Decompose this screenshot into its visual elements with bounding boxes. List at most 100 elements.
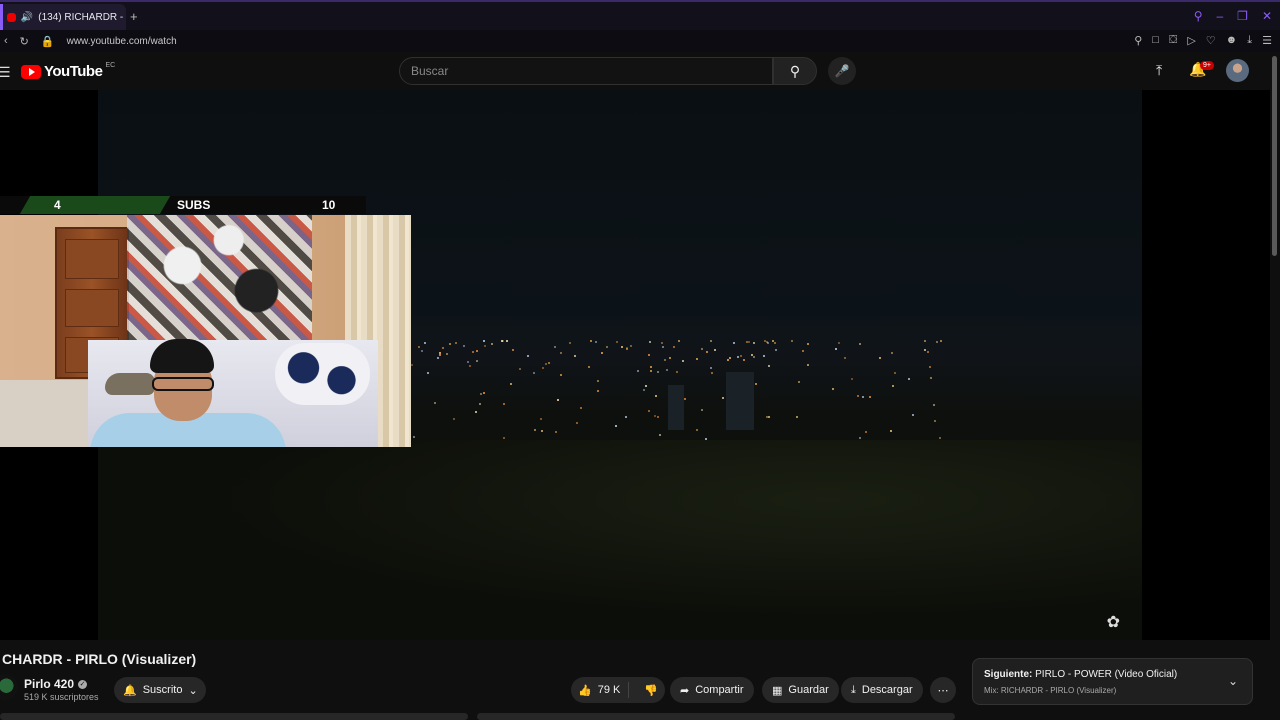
city-light — [858, 436, 861, 439]
lock-icon[interactable]: 🔒 — [41, 35, 55, 48]
url-field[interactable]: www.youtube.com/watch — [67, 36, 177, 47]
subs-progress-fill — [19, 196, 171, 214]
up-next-title: PIRLO - POWER (Video Oficial) — [1035, 669, 1178, 680]
youtube-logo[interactable]: YouTube EC — [21, 62, 115, 80]
chevron-down-icon[interactable]: ⌄ — [1228, 674, 1238, 688]
chip[interactable] — [477, 713, 955, 720]
upload-icon[interactable]: ⤒ — [1156, 62, 1162, 79]
search-box — [399, 57, 773, 85]
city-light — [644, 384, 647, 387]
city-light — [696, 428, 699, 431]
channel-name-row[interactable]: Pirlo 420 ✓ — [24, 677, 88, 691]
video-title: CHARDR - PIRLO (Visualizer) — [2, 651, 197, 667]
city-light — [424, 342, 427, 345]
reload-icon[interactable]: ↻ — [20, 35, 29, 48]
city-light — [657, 370, 660, 373]
city-light — [766, 416, 769, 419]
screenshot-icon[interactable]: □ — [1152, 34, 1159, 47]
city-light — [844, 356, 847, 359]
city-light — [527, 355, 530, 358]
city-light — [743, 358, 746, 361]
city-light — [938, 436, 941, 439]
like-button[interactable]: 👍 79 K — [571, 682, 629, 698]
download-button[interactable]: ⤓ Descargar — [841, 677, 923, 703]
new-tab-icon[interactable]: + — [130, 9, 138, 24]
voice-search-button[interactable]: 🎤 — [828, 57, 856, 85]
city-light — [859, 343, 862, 346]
download-manager-icon[interactable]: ⤓ — [1247, 34, 1252, 47]
city-light — [732, 342, 735, 345]
dislike-button[interactable]: 👎 — [635, 684, 658, 697]
streamer — [88, 337, 288, 447]
city-light — [560, 374, 563, 377]
city-light — [615, 425, 617, 428]
channel-name[interactable]: Pirlo 420 — [24, 677, 74, 691]
city-light — [660, 342, 663, 345]
city-light — [832, 388, 835, 391]
city-light — [675, 371, 678, 374]
shield-icon[interactable]: ⛋ — [1169, 34, 1177, 47]
chip[interactable] — [0, 713, 468, 720]
player-icon[interactable]: ▷ — [1187, 34, 1195, 47]
city-light — [796, 416, 799, 419]
speaker-icon[interactable]: 🔊 — [21, 12, 33, 23]
menu-icon[interactable]: ☰ — [1262, 34, 1272, 47]
subs-label: SUBS — [177, 198, 211, 212]
share-label: Compartir — [695, 684, 744, 696]
city-light — [426, 371, 429, 374]
subscribed-button[interactable]: 🔔 Suscrito ⌄ — [114, 677, 206, 703]
city-light — [466, 360, 469, 363]
city-light — [664, 359, 667, 362]
city-light — [835, 347, 838, 350]
city-light — [503, 437, 505, 440]
city-light — [597, 379, 600, 382]
up-next-playlist: Mix: RICHARDR - PIRLO (Visualizer) — [984, 686, 1117, 695]
subscribed-label: Suscrito — [142, 684, 183, 696]
close-icon[interactable]: ✕ — [1262, 9, 1272, 23]
bell-icon: 🔔 — [123, 684, 137, 697]
back-icon[interactable]: ‹ — [4, 35, 8, 48]
city-light — [923, 340, 926, 342]
city-light — [890, 351, 893, 354]
city-light — [510, 383, 513, 386]
webcam-overlay — [0, 215, 411, 447]
user-avatar[interactable] — [1226, 59, 1249, 82]
more-actions-button[interactable]: ⋯ — [930, 677, 956, 703]
search-input[interactable] — [400, 58, 772, 84]
city-light — [544, 363, 547, 366]
city-light — [476, 359, 479, 362]
search-tabs-icon[interactable]: ⚲ — [1194, 9, 1203, 23]
city-light — [911, 414, 914, 417]
city-light — [766, 342, 769, 345]
city-light — [736, 356, 739, 359]
city-light — [418, 346, 421, 349]
city-light — [837, 341, 840, 344]
city-light — [774, 348, 777, 351]
page-scrollbar[interactable] — [1272, 56, 1277, 256]
pin-icon[interactable]: ⚲ — [1134, 34, 1142, 47]
city-light — [533, 371, 536, 374]
channel-watermark-icon[interactable]: ✿ — [1107, 612, 1120, 632]
save-button[interactable]: ▦ Guardar — [762, 677, 839, 703]
subs-counter-overlay: 4 SUBS 10 — [0, 196, 366, 214]
restore-icon[interactable]: ❐ — [1237, 9, 1248, 23]
city-light — [727, 359, 730, 362]
minimize-icon[interactable]: – — [1216, 9, 1223, 23]
more-icon: ⋯ — [937, 684, 949, 697]
up-next-card[interactable]: Siguiente: PIRLO - POWER (Video Oficial)… — [972, 658, 1253, 705]
city-light — [657, 416, 660, 419]
channel-avatar[interactable] — [0, 674, 18, 700]
city-light — [729, 356, 732, 359]
share-button[interactable]: ➦ Compartir — [670, 677, 754, 703]
city-light — [806, 364, 809, 367]
hamburger-menu-icon[interactable]: ☰ — [0, 64, 11, 81]
city-light — [483, 392, 486, 395]
heart-icon[interactable]: ♡ — [1206, 34, 1216, 47]
building — [726, 372, 754, 430]
browser-tab[interactable]: 🔊 (134) RICHARDR - PIR — [0, 4, 126, 30]
city-light — [600, 352, 603, 355]
city-light — [711, 372, 714, 375]
city-lights — [411, 340, 971, 450]
search-button[interactable]: ⚲ — [773, 57, 817, 85]
profile-icon[interactable]: ☻ — [1226, 34, 1238, 47]
